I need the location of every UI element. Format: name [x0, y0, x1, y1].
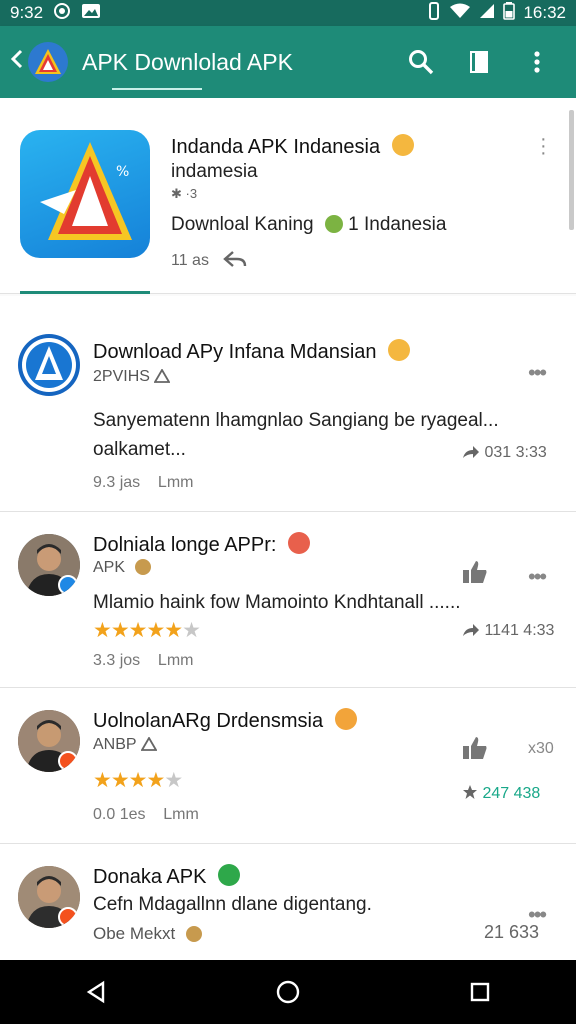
scrollbar[interactable]: [569, 110, 574, 230]
coin-emoji-icon: [185, 926, 202, 942]
post-time: 3.3 jos Lmm: [93, 652, 194, 669]
post-author: Dolniala longe APPr:: [93, 532, 311, 557]
featured-more-icon[interactable]: · · ·: [540, 129, 547, 163]
leaf-emoji-icon: [324, 215, 343, 233]
post-subtitle: ANBP: [93, 736, 158, 754]
avatar[interactable]: [18, 334, 80, 396]
share-count[interactable]: 1141 4:33: [462, 622, 554, 640]
face-emoji-icon: [391, 134, 414, 156]
image-icon: [81, 3, 101, 23]
post-subtitle: Obe Mekxt: [93, 924, 202, 944]
avatar[interactable]: [18, 866, 80, 928]
more-options-icon[interactable]: •••: [528, 564, 547, 590]
nav-home-button[interactable]: [258, 967, 318, 1017]
face-emoji-icon: [334, 708, 357, 730]
warning-icon: [140, 736, 158, 751]
list-item[interactable]: Dolniala longe APPr: APK ••• Mlamio hain…: [0, 512, 576, 688]
app-bar: APK Downlolad APK: [0, 26, 576, 98]
more-vert-icon: [534, 51, 540, 73]
more-options-icon[interactable]: •••: [528, 360, 547, 386]
warning-icon: [153, 368, 171, 383]
back-triangle-icon: [86, 980, 105, 1004]
face-emoji-icon: [288, 532, 311, 554]
avatar[interactable]: [18, 534, 80, 596]
nav-recents-button[interactable]: [450, 967, 510, 1017]
avatar[interactable]: [18, 710, 80, 772]
featured-tab-indicator: [20, 291, 150, 294]
post-text-cont: oalkamet...: [93, 439, 186, 460]
list-item[interactable]: Download APy Infana Mdansian 2PVIHS ••• …: [0, 296, 576, 512]
recents-square-icon: [470, 982, 490, 1002]
record-icon: [53, 2, 71, 24]
featured-app-icon[interactable]: %: [20, 130, 150, 258]
post-subtitle: APK: [93, 559, 152, 577]
post-text: Sanyematenn lhamgnlao Sangiang be ryagea…: [93, 410, 499, 431]
wifi-icon: [449, 3, 471, 23]
vibrate-icon: [427, 2, 441, 24]
post-author: Donaka APK: [93, 864, 240, 889]
more-options-icon[interactable]: x30: [528, 740, 554, 758]
featured-time: 11 as: [171, 250, 247, 270]
featured-app-card[interactable]: % Indanda APK Indanesia indamesia ✱ ·3 D…: [0, 98, 576, 294]
book-icon: [470, 51, 488, 73]
featured-description: Downloal Kaning 1 Indanesia: [171, 214, 447, 235]
featured-subtitle: indamesia: [171, 161, 258, 182]
share-count[interactable]: 21 633: [484, 922, 539, 943]
title-underline: [112, 88, 202, 90]
face-emoji-icon: [388, 339, 411, 361]
home-circle-icon: [276, 980, 300, 1004]
share-count[interactable]: 247 438: [462, 784, 540, 803]
featured-title: Indanda APK Indanesia: [171, 134, 414, 159]
star-rating: ★★★★★★: [93, 619, 201, 642]
post-time: 9.3 jas Lmm: [93, 474, 194, 491]
search-icon: [409, 50, 434, 75]
status-time-left: 9:32: [10, 3, 44, 22]
post-subtitle: 2PVIHS: [93, 368, 171, 386]
status-time-right: 16:32: [523, 3, 566, 22]
thumbs-up-icon[interactable]: [462, 560, 488, 589]
share-arrow-icon: [463, 446, 479, 458]
share-arrow-icon: [463, 624, 479, 636]
star-icon: [463, 785, 477, 799]
search-button[interactable]: [392, 37, 450, 87]
page-title: APK Downlolad APK: [82, 48, 293, 75]
post-author: Download APy Infana Mdansian: [93, 339, 411, 364]
app-logo: [28, 42, 68, 82]
list-item[interactable]: UolnolanARg Drdensmsia ANBP x30 ★★★★★ 24…: [0, 688, 576, 844]
status-bar: 9:32 16:32: [0, 0, 576, 26]
battery-icon: [503, 2, 516, 24]
share-count[interactable]: 031 3:33: [462, 444, 547, 462]
post-time: 0.0 1es Lmm: [93, 806, 199, 823]
nav-back-button[interactable]: [66, 967, 126, 1017]
verified-check-icon: [217, 864, 240, 886]
signal-icon: [479, 3, 495, 23]
star-rating: ★★★★★: [93, 769, 183, 792]
post-text: Mlamio haink fow Mamointo Kndhtanall ...…: [93, 592, 461, 613]
system-nav-bar: [0, 960, 576, 1024]
overflow-menu-button[interactable]: [508, 37, 566, 87]
bookmarks-button[interactable]: [450, 37, 508, 87]
featured-meta: ✱ ·3: [171, 186, 198, 201]
reply-icon: [223, 251, 247, 267]
post-author: UolnolanARg Drdensmsia: [93, 708, 357, 733]
coin-emoji-icon: [135, 559, 152, 575]
post-text: Cefn Mdagallnn dlane digentang.: [93, 894, 372, 915]
list-item[interactable]: Donaka APK Cefn Mdagallnn dlane digentan…: [0, 844, 576, 960]
back-arrow-icon[interactable]: [10, 48, 28, 76]
feed[interactable]: % Indanda APK Indanesia indamesia ✱ ·3 D…: [0, 98, 576, 960]
thumbs-up-icon[interactable]: [462, 736, 488, 765]
svg-text:%: %: [116, 164, 129, 180]
